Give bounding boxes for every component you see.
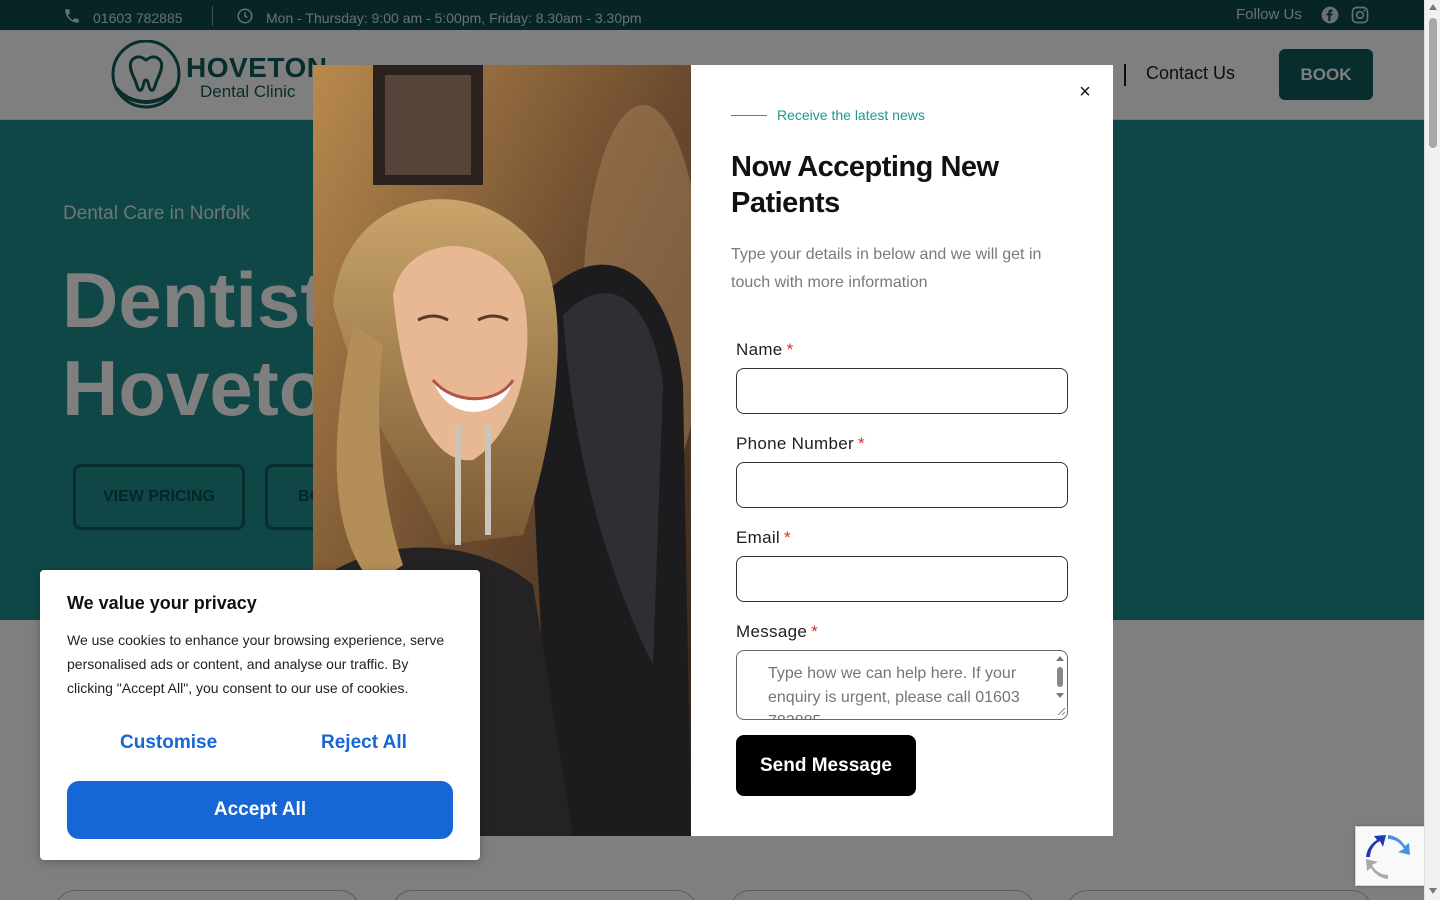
required-mark: * — [784, 528, 791, 547]
kicker-text: Receive the latest news — [777, 107, 925, 123]
recaptcha-badge[interactable] — [1355, 826, 1425, 886]
required-mark: * — [786, 340, 794, 359]
message-label-text: Message — [736, 622, 808, 641]
phone-label: Phone Number * — [736, 434, 865, 454]
phone-label-text: Phone Number — [736, 434, 854, 453]
reject-all-button[interactable]: Reject All — [321, 732, 407, 754]
customise-button[interactable]: Customise — [120, 732, 217, 754]
scroll-down-arrow[interactable] — [1429, 888, 1437, 894]
cookie-text: We use cookies to enhance your browsing … — [67, 632, 445, 696]
email-label: Email * — [736, 528, 791, 548]
email-field[interactable] — [736, 556, 1068, 602]
message-field[interactable] — [736, 650, 1068, 720]
cookie-consent-banner: We value your privacy We use cookies to … — [40, 570, 480, 860]
contact-form-panel: × Receive the latest news Now Accepting … — [691, 65, 1113, 836]
name-label: Name * — [736, 340, 793, 360]
scroll-up-arrow[interactable] — [1429, 4, 1437, 10]
modal-kicker: Receive the latest news — [731, 107, 925, 123]
send-message-button[interactable]: Send Message — [736, 735, 916, 796]
email-label-text: Email — [736, 528, 781, 547]
accept-all-button[interactable]: Accept All — [67, 781, 453, 839]
page-scrollbar[interactable] — [1424, 0, 1440, 900]
modal-title: Now Accepting New Patients — [731, 151, 999, 219]
message-scrollbar[interactable] — [1054, 653, 1066, 717]
name-field[interactable] — [736, 368, 1068, 414]
modal-description: Type your details in below and we will g… — [731, 246, 1042, 291]
required-mark: * — [857, 434, 865, 453]
message-label: Message * — [736, 622, 818, 642]
scrollbar-thumb[interactable] — [1429, 18, 1437, 148]
name-label-text: Name — [736, 340, 783, 359]
phone-field[interactable] — [736, 462, 1068, 508]
close-icon[interactable]: × — [1074, 81, 1096, 103]
recaptcha-icon — [1366, 835, 1410, 879]
kicker-line — [731, 114, 767, 116]
cookie-title: We value your privacy — [67, 593, 257, 613]
required-mark: * — [811, 622, 819, 641]
